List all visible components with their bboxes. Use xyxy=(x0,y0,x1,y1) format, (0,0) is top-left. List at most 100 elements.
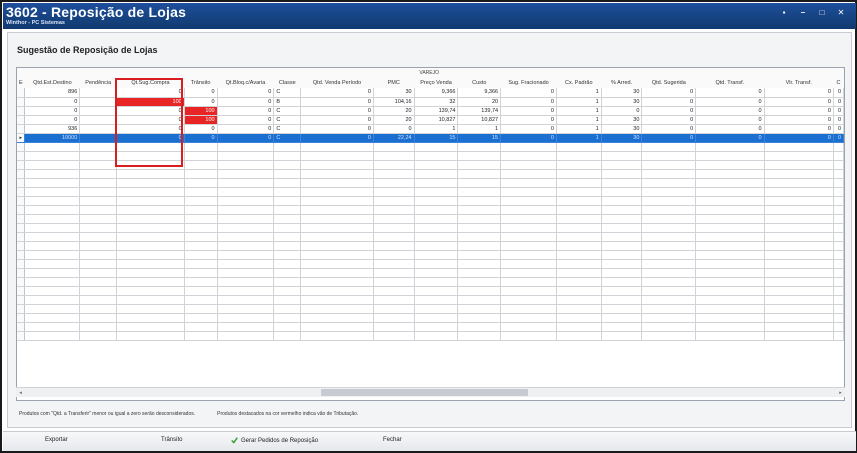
table-cell xyxy=(184,268,218,278)
table-cell xyxy=(556,286,602,296)
table-cell xyxy=(116,232,185,242)
table-cell xyxy=(556,268,602,278)
table-cell xyxy=(217,241,275,251)
column-header[interactable]: Cx. Padrão xyxy=(556,77,602,88)
scroll-right-icon[interactable]: ▸ xyxy=(836,388,845,397)
horizontal-scrollbar[interactable]: ◂ ▸ xyxy=(16,387,845,397)
transit-label: Trânsito xyxy=(161,437,183,443)
table-cell xyxy=(184,196,218,206)
column-header[interactable]: Qtd. Transf. xyxy=(695,77,765,88)
table-cell xyxy=(764,304,834,314)
table-row[interactable]: 0 0 100 0 C 0 20 139,74 139,74 0 1 0 0 0 0 0 xyxy=(17,106,844,116)
table-cell: C xyxy=(273,124,302,134)
table-cell-cut xyxy=(833,187,844,197)
table-cell xyxy=(373,178,415,188)
column-header[interactable]: PMC xyxy=(373,77,415,88)
table-cell xyxy=(641,178,697,188)
table-row xyxy=(17,322,844,332)
table-cell: 0 xyxy=(764,106,834,116)
table-cell xyxy=(695,313,765,323)
export-button[interactable]: Exportar xyxy=(45,437,68,443)
table-row[interactable]: 0 0 100 0 C 0 20 10,827 10,827 0 1 30 0 0 0 0 xyxy=(17,115,844,125)
transit-button[interactable]: Trânsito xyxy=(161,437,182,443)
table-cell xyxy=(184,277,218,287)
column-header[interactable]: Sug. Fracionado xyxy=(500,77,557,88)
page-title: Sugestão de Reposição de Lojas xyxy=(17,45,158,55)
table-row[interactable]: 936 0 0 0 C 0 0 1 1 0 1 30 0 0 0 0 xyxy=(17,124,844,134)
table-cell xyxy=(695,151,765,161)
table-cell xyxy=(457,223,502,233)
table-cell xyxy=(184,250,218,260)
table-cell xyxy=(414,187,459,197)
table-cell xyxy=(601,304,643,314)
table-row[interactable]: 0 100 0 0 B 0 104,16 32 20 0 1 30 0 0 0 0 xyxy=(17,97,844,107)
table-cell: 0 xyxy=(24,97,81,107)
table-cell xyxy=(116,268,185,278)
table-cell xyxy=(24,286,81,296)
table-cell xyxy=(764,313,834,323)
table-cell: 1 xyxy=(556,133,602,143)
table-cell xyxy=(373,151,415,161)
column-header[interactable]: Classe xyxy=(273,77,301,88)
table-cell xyxy=(116,313,185,323)
table-cell xyxy=(601,223,643,233)
suggestion-grid[interactable]: VAREJO E Qtd.Est.Destino Pendência Qt.Sug.C… xyxy=(16,67,845,401)
column-header[interactable]: Qtd. Sugerida xyxy=(641,77,696,88)
table-cell-cut xyxy=(833,205,844,215)
table-cell: C xyxy=(273,115,302,125)
column-header[interactable]: % Arred. xyxy=(601,77,642,88)
table-cell-cut xyxy=(833,331,844,341)
scroll-thumb[interactable] xyxy=(321,389,528,396)
table-cell xyxy=(116,304,185,314)
group-spacer-end xyxy=(833,68,844,77)
column-header[interactable]: Trânsito xyxy=(184,77,218,88)
table-cell xyxy=(641,232,697,242)
column-header[interactable]: Qt.Bloq.c/Avaria xyxy=(217,77,274,88)
table-cell xyxy=(116,277,185,287)
title-bar: 3602 - Reposição de Lojas Winthor - PC S… xyxy=(3,3,856,29)
generate-orders-button[interactable]: Gerar Pedidos de Reposição xyxy=(231,437,318,444)
table-cell xyxy=(556,169,602,179)
table-cell xyxy=(116,250,185,260)
table-row[interactable]: ▸ 10000 0 0 0 C 0 22,24 15 15 0 1 30 0 0 0 0 xyxy=(17,133,844,143)
table-row[interactable]: 896 0 0 0 C 0 30 9,366 9,366 0 1 30 0 0 0 0 xyxy=(17,88,844,98)
table-cell xyxy=(273,268,302,278)
minimize-icon[interactable]: – xyxy=(798,7,808,17)
close-icon[interactable]: ✕ xyxy=(836,7,846,17)
column-header[interactable]: Custo xyxy=(457,77,501,88)
scroll-left-icon[interactable]: ◂ xyxy=(16,388,25,397)
table-cell xyxy=(184,259,218,269)
table-cell: 15 xyxy=(457,133,502,143)
row-indicator xyxy=(17,178,26,188)
table-cell xyxy=(500,187,557,197)
table-cell xyxy=(414,322,459,332)
table-cell xyxy=(414,214,459,224)
table-cell xyxy=(764,160,834,170)
table-cell xyxy=(457,232,502,242)
column-header[interactable]: Qt.Sug.Compra xyxy=(116,77,185,88)
column-header[interactable]: Qtd. Venda Período xyxy=(300,77,374,88)
export-label: Exportar xyxy=(45,437,68,443)
table-cell xyxy=(373,187,415,197)
maximize-icon[interactable]: □ xyxy=(817,7,827,17)
close-button[interactable]: Fechar xyxy=(383,437,402,443)
table-cell-cut: 0 xyxy=(833,133,844,143)
table-cell xyxy=(414,331,459,341)
column-header[interactable]: Vlr. Transf. xyxy=(764,77,834,88)
table-cell xyxy=(273,169,302,179)
column-header[interactable]: Qtd.Est.Destino xyxy=(24,77,80,88)
table-cell xyxy=(217,196,275,206)
table-row xyxy=(17,187,844,197)
table-cell: 0 xyxy=(24,106,81,116)
table-cell xyxy=(601,241,643,251)
column-header[interactable]: Preço Venda xyxy=(414,77,458,88)
table-cell xyxy=(24,259,81,269)
table-cell xyxy=(373,250,415,260)
column-header[interactable]: Pendência xyxy=(79,77,117,88)
restore-icon[interactable]: ▪ xyxy=(779,7,789,17)
table-cell xyxy=(414,160,459,170)
row-indicator xyxy=(17,322,26,332)
table-cell: 9,366 xyxy=(457,88,502,98)
table-row xyxy=(17,151,844,161)
table-cell xyxy=(500,304,557,314)
